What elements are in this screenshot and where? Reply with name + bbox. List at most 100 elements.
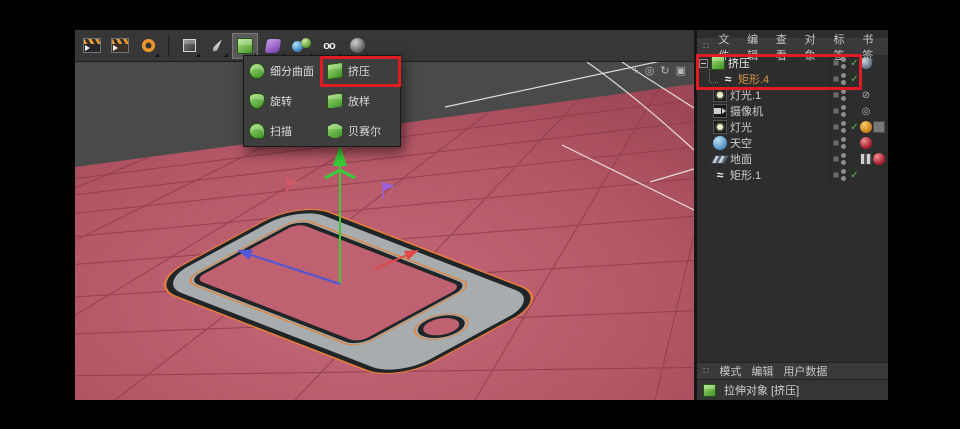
disc-tag-icon[interactable]: ⊘ xyxy=(860,89,872,101)
row-toggles: ✓ xyxy=(830,119,888,135)
object-row[interactable]: 灯光✓ xyxy=(697,119,888,135)
editor-visibility-dot[interactable] xyxy=(841,153,846,158)
object-row[interactable]: 挤压✓ xyxy=(697,55,888,71)
render-visibility-dot[interactable] xyxy=(841,144,846,149)
attribute-title: 拉伸对象 [挤压] xyxy=(724,382,799,398)
spline-pen-icon-glyph xyxy=(211,38,224,53)
menu-item-sweep[interactable]: 扫描 xyxy=(244,116,322,146)
enable-check-icon[interactable]: ✓ xyxy=(849,170,860,181)
object-row[interactable]: 地面 xyxy=(697,151,888,167)
menu-item-extrude[interactable]: 挤压 xyxy=(322,56,400,86)
spline-pen-icon[interactable] xyxy=(204,33,230,59)
tag-area xyxy=(860,153,885,165)
tab-0[interactable]: 模式 xyxy=(719,363,741,379)
object-row[interactable]: 摄像机◎ xyxy=(697,103,888,119)
menu-item-lathe[interactable]: 旋转 xyxy=(244,86,322,116)
layer-chip[interactable] xyxy=(833,140,839,146)
render-visibility-dot[interactable] xyxy=(841,160,846,165)
menu-item-label: 贝赛尔 xyxy=(348,123,381,139)
render-visibility-dot[interactable] xyxy=(841,80,846,85)
render-picture-viewer-icon[interactable] xyxy=(107,33,133,59)
sun-tag-icon[interactable] xyxy=(860,121,872,133)
layer-chip[interactable] xyxy=(833,92,839,98)
object-row[interactable]: ≈矩形.1✓ xyxy=(697,167,888,183)
row-toggles xyxy=(830,135,888,151)
graybox-tag-icon[interactable] xyxy=(873,121,885,133)
light-icon xyxy=(713,120,727,134)
tag-area xyxy=(860,137,872,149)
visibility-dots[interactable] xyxy=(841,137,846,149)
toggle-view-icon[interactable]: ▣ xyxy=(676,65,686,77)
object-row[interactable]: ≈矩形.4✓ xyxy=(697,71,888,87)
render-visibility-dot[interactable] xyxy=(841,128,846,133)
tab-2[interactable]: 用户数据 xyxy=(783,363,827,379)
editor-visibility-dot[interactable] xyxy=(841,137,846,142)
menu-item-subdivision-surface[interactable]: 细分曲面 xyxy=(244,56,322,86)
attribute-tabs: ∷模式编辑用户数据 xyxy=(697,362,888,379)
editor-visibility-dot[interactable] xyxy=(841,89,846,94)
layer-chip[interactable] xyxy=(833,76,839,82)
object-name: 矩形.1 xyxy=(730,167,761,183)
app-window: oo xyxy=(75,30,888,400)
menu-item-label: 挤压 xyxy=(348,63,370,79)
enable-check-icon[interactable]: ✓ xyxy=(849,58,860,69)
menu-item-loft[interactable]: 放样 xyxy=(322,86,400,116)
row-toggles: ✓ xyxy=(830,167,888,183)
checker-tag-icon[interactable] xyxy=(860,153,872,165)
tag-area: ⊘ xyxy=(860,89,872,101)
tag-area xyxy=(860,121,885,133)
editor-visibility-dot[interactable] xyxy=(841,121,846,126)
menu-item-label: 细分曲面 xyxy=(270,63,314,79)
rotate-view-icon[interactable]: ↻ xyxy=(660,65,669,77)
visibility-dots[interactable] xyxy=(841,89,846,101)
render-visibility-dot[interactable] xyxy=(841,112,846,117)
visibility-dots[interactable] xyxy=(841,169,846,181)
toolbar-separator xyxy=(168,35,169,57)
menu-item-bezier[interactable]: 贝赛尔 xyxy=(322,116,400,146)
object-list: 挤压✓≈矩形.4✓灯光.1⊘摄像机◎灯光✓天空地面 ≈ 矩形.1 ✓ xyxy=(697,55,888,362)
render-settings-icon-glyph xyxy=(141,38,156,53)
grid-icon: ∷ xyxy=(703,41,709,52)
object-row[interactable]: 灯光.1⊘ xyxy=(697,87,888,103)
editor-visibility-dot[interactable] xyxy=(841,57,846,62)
layer-chip[interactable] xyxy=(833,172,839,178)
render-visibility-dot[interactable] xyxy=(841,64,846,69)
layer-chip[interactable] xyxy=(833,156,839,162)
expand-toggle-icon[interactable] xyxy=(699,59,708,68)
editor-visibility-dot[interactable] xyxy=(841,169,846,174)
spline-icon: ≈ xyxy=(721,72,735,86)
pan-view-icon[interactable]: + xyxy=(632,65,638,77)
object-row[interactable]: 天空 xyxy=(697,135,888,151)
sweep-icon xyxy=(249,123,265,139)
render-view-icon[interactable] xyxy=(79,33,105,59)
enable-check-icon[interactable]: ✓ xyxy=(849,74,860,85)
render-visibility-dot[interactable] xyxy=(841,96,846,101)
visibility-dots[interactable] xyxy=(841,105,846,117)
editor-visibility-dot[interactable] xyxy=(841,73,846,78)
sky-icon xyxy=(713,136,727,150)
generators-icon-glyph xyxy=(237,38,253,54)
visibility-dots[interactable] xyxy=(841,153,846,165)
editor-visibility-dot[interactable] xyxy=(841,105,846,110)
submenu-corner-icon xyxy=(196,53,200,57)
visibility-dots[interactable] xyxy=(841,57,846,69)
target-tag-icon[interactable]: ◎ xyxy=(860,105,872,117)
object-name: 天空 xyxy=(730,135,752,151)
phong-tag-icon[interactable] xyxy=(860,57,872,69)
mat-tag-icon[interactable] xyxy=(860,137,872,149)
tab-1[interactable]: 编辑 xyxy=(751,363,773,379)
visibility-dots[interactable] xyxy=(841,121,846,133)
layer-chip[interactable] xyxy=(833,108,839,114)
visibility-dots[interactable] xyxy=(841,73,846,85)
layer-chip[interactable] xyxy=(833,124,839,130)
add-primitive-cube-icon[interactable] xyxy=(176,33,202,59)
render-settings-icon[interactable] xyxy=(135,33,161,59)
extrude-icon xyxy=(711,56,725,70)
render-picture-viewer-icon-glyph xyxy=(111,38,129,53)
row-toggles: ⊘ xyxy=(830,87,888,103)
render-visibility-dot[interactable] xyxy=(841,176,846,181)
layer-chip[interactable] xyxy=(833,60,839,66)
zoom-view-icon[interactable]: ◎ xyxy=(645,65,655,77)
mat-tag-icon[interactable] xyxy=(873,153,885,165)
enable-check-icon[interactable]: ✓ xyxy=(849,122,860,133)
